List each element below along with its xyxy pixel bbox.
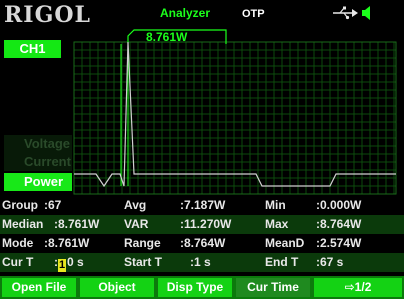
stats-row: Median :8.761W VAR :11.270W Max :8.764W	[0, 215, 404, 234]
disp-type-button[interactable]: Disp Type	[158, 278, 232, 297]
stat-value: :1 s	[190, 255, 211, 269]
side-label-voltage[interactable]: Voltage	[4, 135, 72, 153]
cur-time-button[interactable]: Cur Time	[236, 278, 310, 297]
stats-row: Mode :8.761W Range :8.764W MeanD :2.574W	[0, 234, 404, 253]
stat-label: VAR	[124, 217, 149, 231]
stat-value: :8.761W	[44, 236, 90, 250]
next-page-button[interactable]: ⇨1/2	[314, 278, 402, 297]
stat-label: End T	[265, 255, 299, 269]
cursor-time-value[interactable]: :1 0 s	[54, 253, 84, 272]
channel-indicator[interactable]: CH1	[4, 40, 61, 58]
stat-value: :8.764W	[316, 217, 362, 231]
stat-label: Avg	[124, 198, 147, 212]
open-file-button[interactable]: Open File	[2, 278, 76, 297]
power-trace	[74, 41, 396, 188]
usb-icon	[333, 6, 370, 20]
trigger-value: 8.761W	[146, 30, 188, 44]
stat-label: Cur T	[2, 255, 34, 269]
stat-value: :8.764W	[180, 236, 226, 250]
stat-value: :11.270W	[180, 217, 232, 231]
speaker-icon	[362, 6, 370, 20]
stat-value: :8.761W	[54, 217, 100, 231]
stat-label: Start T	[124, 255, 163, 269]
top-bar: RIGOL Analyzer OTP	[0, 0, 404, 34]
stat-value: :0.000W	[316, 198, 362, 212]
side-label-power[interactable]: Power	[4, 173, 72, 191]
stat-label: Group	[2, 198, 38, 212]
cursor-digit[interactable]: 1	[58, 259, 66, 272]
stats-row: Group :67 Avg :7.187W Min :0.000W	[0, 196, 404, 215]
softkey-menu: Open File Object Disp Type Cur Time ⇨1/2	[0, 276, 404, 299]
cursor-time-suffix: 0 s	[67, 255, 84, 269]
stat-value: :2.574W	[316, 236, 362, 250]
stat-value: :67	[44, 198, 62, 212]
stat-label: MeanD	[265, 236, 305, 250]
stat-label: Min	[265, 198, 286, 212]
stat-label: Median	[2, 217, 44, 231]
side-label-current[interactable]: Current	[4, 153, 72, 171]
statistics-panel: Group :67 Avg :7.187W Min :0.000W Median…	[0, 196, 404, 274]
stat-value: :67 s	[316, 255, 344, 269]
stat-label: Mode	[2, 236, 34, 250]
stats-row: Cur T :1 0 s Start T :1 s End T :67 s	[0, 253, 404, 272]
plot-grid	[73, 41, 397, 195]
mode-label: Analyzer	[160, 6, 211, 20]
brand-logo: RIGOL	[4, 2, 91, 28]
stat-label: Max	[265, 217, 289, 231]
stat-value: :7.187W	[180, 198, 226, 212]
stat-label: Range	[124, 236, 161, 250]
submode-label: OTP	[242, 8, 265, 20]
object-button[interactable]: Object	[80, 278, 154, 297]
